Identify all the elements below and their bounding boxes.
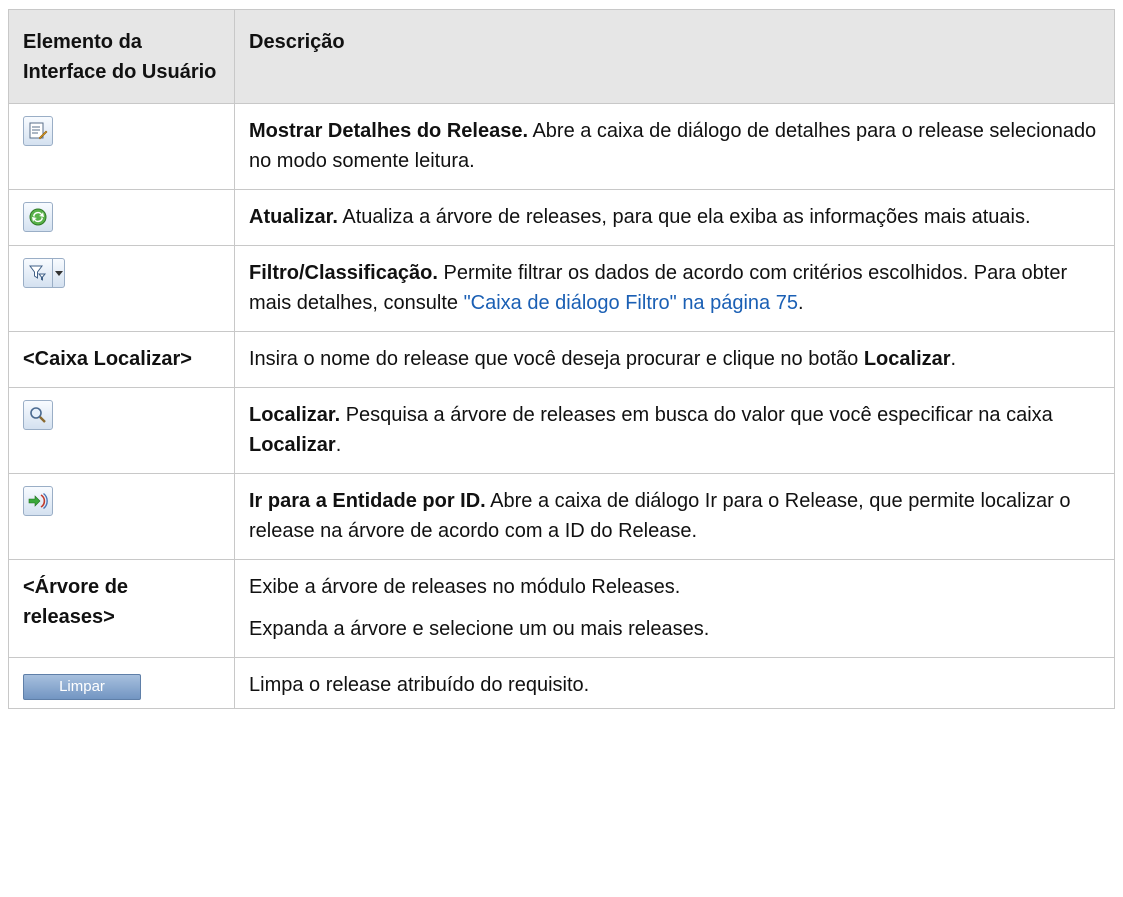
header-description: Descrição bbox=[234, 9, 1115, 104]
chevron-down-icon[interactable] bbox=[53, 258, 65, 288]
show-details-icon[interactable] bbox=[23, 116, 53, 146]
filter-icon[interactable] bbox=[23, 258, 53, 288]
table-row: Localizar. Pesquisa a árvore de releases… bbox=[8, 387, 1115, 474]
row-text-after: . bbox=[797, 292, 804, 314]
row-bold: Localizar bbox=[249, 434, 336, 456]
clear-button[interactable]: Limpar bbox=[23, 674, 141, 700]
row-title: Atualizar. bbox=[249, 206, 338, 228]
filter-dialog-link[interactable]: "Caixa de diálogo Filtro" na página 75 bbox=[464, 292, 798, 314]
row-bold: Localizar bbox=[863, 348, 951, 370]
row-title: Localizar. bbox=[249, 404, 341, 426]
table-row: Filtro/Classificação. Permite filtrar os… bbox=[8, 245, 1115, 332]
row-label: <Caixa Localizar> bbox=[23, 348, 192, 370]
table-row: Atualizar. Atualiza a árvore de releases… bbox=[8, 189, 1115, 246]
row-text-second: Expanda a árvore e selecione um ou mais … bbox=[249, 618, 710, 640]
header-ui-element: Elemento da Interface do Usuário bbox=[8, 9, 235, 104]
row-title: Mostrar Detalhes do Release. bbox=[249, 120, 528, 142]
row-text: Insira o nome do release que você deseja… bbox=[249, 348, 864, 370]
ui-elements-table: Elemento da Interface do Usuário Descriç… bbox=[8, 9, 1115, 709]
table-row: Ir para a Entidade por ID. Abre a caixa … bbox=[8, 473, 1115, 560]
row-title: Ir para a Entidade por ID. bbox=[249, 490, 486, 512]
find-icon[interactable] bbox=[23, 400, 53, 430]
table-row: Limpar Limpa o release atribuído do requ… bbox=[8, 657, 1115, 709]
row-text: Exibe a árvore de releases no módulo Rel… bbox=[249, 576, 681, 598]
row-text: Pesquisa a árvore de releases em busca d… bbox=[340, 404, 1053, 426]
row-text: Limpa o release atribuído do requisito. bbox=[249, 674, 590, 696]
row-text-after: . bbox=[335, 434, 342, 456]
filter-split-button[interactable] bbox=[23, 258, 65, 288]
refresh-icon[interactable] bbox=[23, 202, 53, 232]
table-row: Mostrar Detalhes do Release. Abre a caix… bbox=[8, 103, 1115, 190]
table-row: <Árvore de releases> Exibe a árvore de r… bbox=[8, 559, 1115, 658]
row-title: Filtro/Classificação. bbox=[249, 262, 438, 284]
table-row: <Caixa Localizar> Insira o nome do relea… bbox=[8, 331, 1115, 388]
go-to-entity-icon[interactable] bbox=[23, 486, 53, 516]
table-header-row: Elemento da Interface do Usuário Descriç… bbox=[8, 9, 1115, 104]
row-text-after: . bbox=[950, 348, 957, 370]
row-label: <Árvore de releases> bbox=[23, 576, 129, 628]
row-text: Atualiza a árvore de releases, para que … bbox=[337, 206, 1031, 228]
